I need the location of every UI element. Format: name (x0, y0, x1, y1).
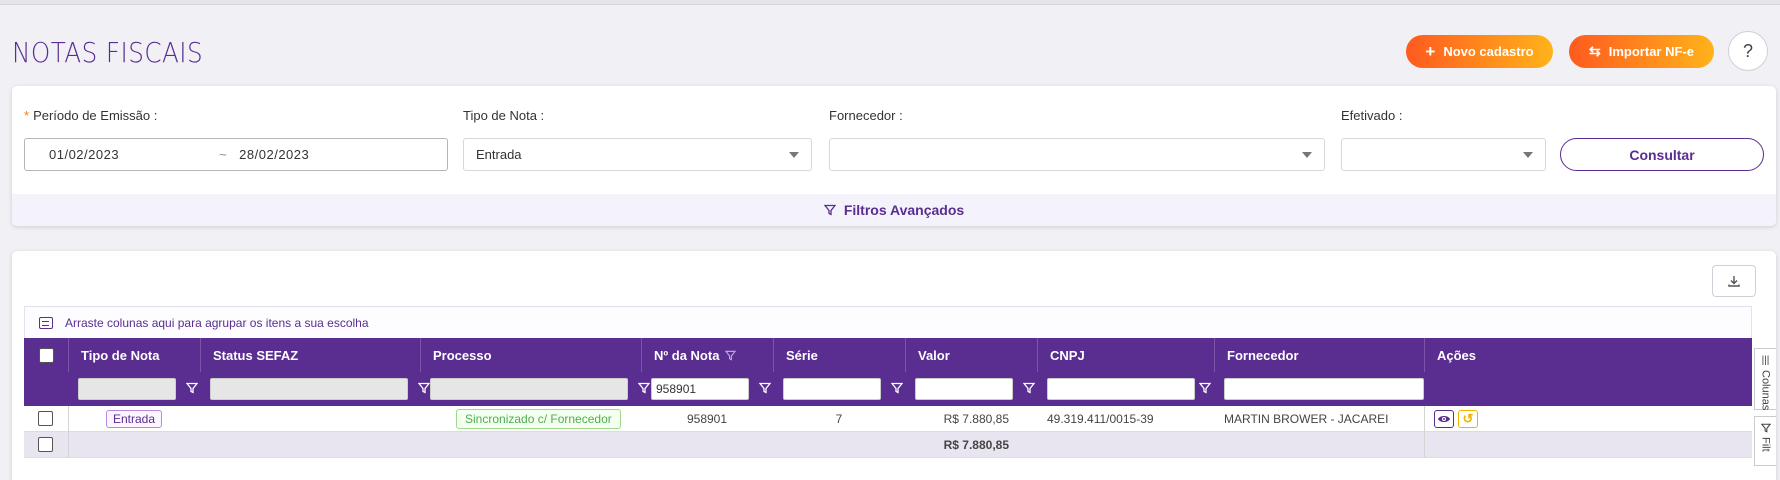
chevron-down-icon (1302, 151, 1312, 158)
group-hint-text: Arraste colunas aqui para agrupar os ite… (65, 315, 369, 330)
undo-icon: ↺ (1462, 410, 1474, 426)
help-button[interactable]: ? (1728, 31, 1768, 71)
table-header: Tipo de Nota Status SEFAZ Processo Nº da… (24, 338, 1752, 372)
cell-acoes: ↺ (1434, 406, 1478, 431)
eye-icon (1438, 415, 1450, 422)
col-cnpj[interactable]: CNPJ (1037, 338, 1214, 372)
funnel-icon[interactable] (418, 382, 430, 394)
novo-cadastro-label: Novo cadastro (1443, 44, 1534, 59)
download-icon (1728, 276, 1740, 287)
filter-cnpj-input[interactable] (1047, 378, 1195, 400)
data-table: Tipo de Nota Status SEFAZ Processo Nº da… (24, 338, 1752, 478)
cell-cnpj: 49.319.411/0015-39 (1047, 411, 1154, 426)
efetivado-select[interactable] (1341, 138, 1546, 171)
column-divider (68, 432, 69, 458)
cell-serie: 7 (835, 411, 843, 426)
filter-processo-input[interactable] (430, 378, 628, 400)
page-title: NOTAS FISCAIS (12, 36, 204, 69)
filter-tipo-input[interactable] (78, 378, 176, 400)
filtros-avancados-toggle[interactable]: Filtros Avançados (12, 194, 1776, 226)
filter-valor-input[interactable] (915, 378, 1013, 400)
filter-serie-input[interactable] (783, 378, 881, 400)
filtros-avancados-label: Filtros Avançados (843, 202, 965, 218)
top-strip (0, 0, 1780, 5)
tipo-nota-select[interactable]: Entrada (463, 138, 812, 171)
novo-cadastro-button[interactable]: + Novo cadastro (1406, 35, 1553, 68)
select-all-cell (24, 338, 68, 372)
plus-icon: + (1425, 41, 1436, 61)
group-icon (39, 316, 53, 329)
periodo-label: * Período de Emissão : (24, 108, 158, 123)
cell-fornecedor: MARTIN BROWER - JACAREI (1224, 411, 1389, 426)
cell-tipo: Entrada (106, 406, 163, 431)
cell-valor: R$ 7.880,85 (943, 411, 1009, 426)
col-fornecedor[interactable]: Fornecedor (1214, 338, 1424, 372)
funnel-icon (1760, 423, 1771, 433)
importar-nfe-label: Importar NF-e (1608, 44, 1694, 59)
funnel-icon[interactable] (1199, 382, 1211, 394)
tipo-nota-label: Tipo de Nota : (463, 108, 545, 123)
periodo-date-range[interactable]: 01/02/2023 ~ 28/02/2023 (24, 138, 448, 171)
funnel-icon[interactable] (186, 382, 198, 394)
funnel-icon[interactable] (638, 382, 650, 394)
date-start[interactable]: 01/02/2023 (49, 147, 119, 162)
group-drop-area[interactable]: Arraste colunas aqui para agrupar os ite… (24, 306, 1752, 338)
col-nota[interactable]: Nº da Nota (641, 338, 773, 372)
funnel-icon[interactable] (891, 382, 903, 394)
view-button[interactable] (1434, 409, 1454, 428)
importar-nfe-button[interactable]: ⇆ Importar NF-e (1569, 35, 1714, 68)
column-divider (1424, 406, 1425, 432)
required-asterisk: * (24, 108, 30, 123)
export-button[interactable] (1712, 265, 1756, 297)
column-divider (1424, 432, 1425, 458)
total-valor: R$ 7.880,85 (943, 437, 1009, 452)
chevron-down-icon (1523, 151, 1533, 158)
column-divider (68, 406, 69, 432)
tipo-nota-value: Entrada (476, 147, 522, 162)
revert-button[interactable]: ↺ (1458, 409, 1478, 428)
consultar-button[interactable]: Consultar (1560, 138, 1764, 171)
filter-panel: * Período de Emissão : Tipo de Nota : For… (12, 86, 1776, 226)
table-row[interactable]: Entrada Sincronizado c/ Fornecedor 95890… (24, 406, 1752, 432)
fornecedor-label: Fornecedor : (829, 108, 903, 123)
cell-processo: Sincronizado c/ Fornecedor (456, 406, 621, 431)
help-icon: ? (1742, 40, 1753, 61)
chevron-down-icon (789, 151, 799, 158)
col-nota-label: Nº da Nota (654, 347, 720, 363)
col-valor[interactable]: Valor (905, 338, 1037, 372)
columns-icon: ||| (1761, 355, 1770, 366)
col-tipo-nota[interactable]: Tipo de Nota (68, 338, 200, 372)
totals-checkbox[interactable] (38, 437, 53, 452)
data-grid-panel: Arraste colunas aqui para agrupar os ite… (12, 251, 1776, 480)
funnel-icon (823, 204, 836, 216)
totals-row: R$ 7.880,85 (24, 432, 1752, 458)
efetivado-label: Efetivado : (1341, 108, 1403, 123)
funnel-icon[interactable] (759, 382, 771, 394)
funnel-icon (725, 350, 737, 361)
processo-tag: Sincronizado c/ Fornecedor (456, 408, 621, 429)
col-serie[interactable]: Série (773, 338, 905, 372)
funnel-icon[interactable] (1023, 382, 1035, 394)
filter-fornecedor-input[interactable] (1224, 378, 1424, 400)
colunas-label: Colunas (1759, 370, 1772, 411)
filter-nota-input[interactable]: 958901 (651, 378, 749, 400)
row-checkbox[interactable] (38, 411, 53, 426)
col-status-sefaz[interactable]: Status SEFAZ (200, 338, 420, 372)
swap-arrows-icon: ⇆ (1589, 43, 1601, 59)
filter-status-input[interactable] (210, 378, 408, 400)
col-acoes: Ações (1424, 338, 1752, 372)
filter-row: 958901 (24, 372, 1752, 406)
select-all-checkbox[interactable] (38, 347, 54, 363)
filtros-label: Filt (1759, 437, 1772, 452)
cell-nota: 958901 (686, 411, 728, 426)
tipo-tag: Entrada (106, 409, 163, 428)
col-processo[interactable]: Processo (420, 338, 641, 372)
date-end[interactable]: 28/02/2023 (239, 147, 309, 162)
date-range-separator: ~ (219, 147, 228, 162)
colunas-side-tab[interactable]: ||| Colunas (1754, 348, 1776, 410)
filtros-side-tab[interactable]: Filt (1754, 416, 1776, 466)
fornecedor-select[interactable] (829, 138, 1325, 171)
